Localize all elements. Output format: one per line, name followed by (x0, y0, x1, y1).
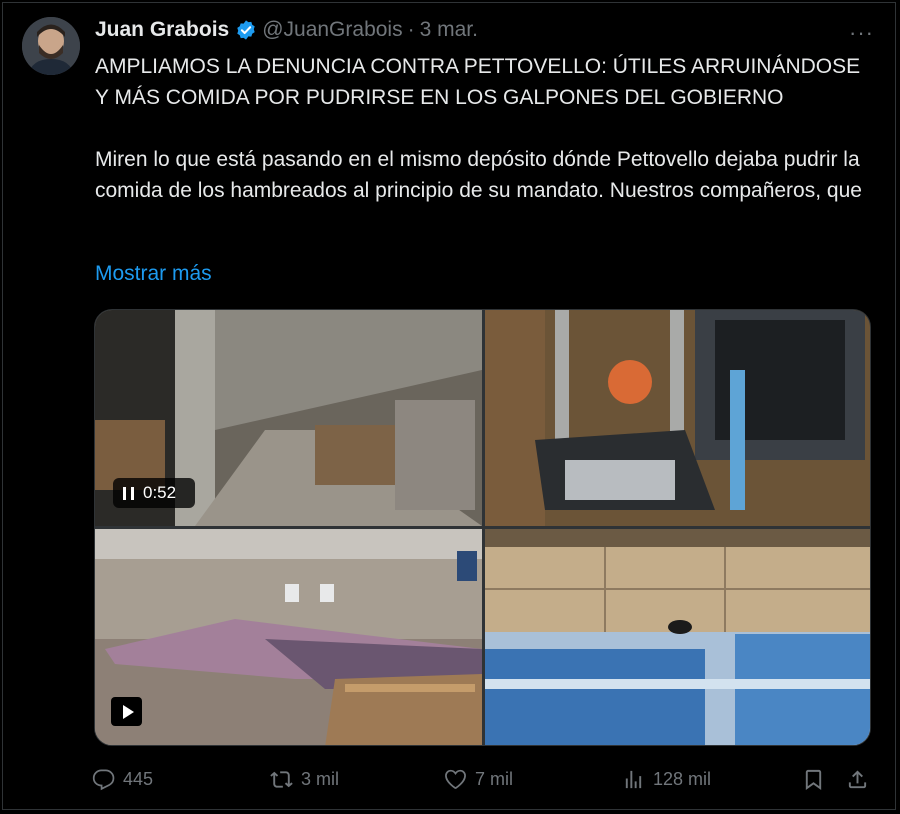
views-icon (625, 770, 642, 788)
repost-icon (270, 770, 293, 788)
like-icon (445, 769, 466, 789)
views-count: 128 mil (653, 768, 712, 789)
tweet-header: Juan Grabois @JuanGrabois · 3 mar. (95, 18, 478, 42)
tweet-headline: AMPLIAMOS LA DENUNCIA CONTRA PETTOVELLO:… (95, 55, 861, 109)
tweet-body: Miren lo que está pasando en el mismo de… (95, 148, 862, 202)
reply-icon (92, 769, 115, 790)
media-photo-food-boxes[interactable] (485, 529, 870, 745)
show-more-link[interactable]: Mostrar más (95, 262, 212, 286)
play-icon[interactable] (111, 697, 142, 726)
tweet-date[interactable]: 3 mar. (420, 18, 478, 42)
verified-badge-icon (235, 19, 257, 41)
share-icon (848, 769, 867, 788)
author-handle[interactable]: @JuanGrabois (262, 18, 402, 42)
reply-count: 445 (123, 768, 154, 789)
reply-button[interactable]: 445 (92, 764, 153, 794)
separator-dot: · (407, 18, 415, 41)
views-button[interactable]: 128 mil (622, 764, 711, 794)
media-video-warehouse-floor[interactable] (95, 529, 482, 745)
more-icon[interactable]: ··· (849, 20, 874, 46)
bookmark-button[interactable] (802, 764, 833, 794)
pause-icon[interactable] (123, 486, 134, 500)
video-duration-badge[interactable]: 0:52 (113, 478, 195, 508)
play-triangle (122, 704, 134, 719)
media-grid (94, 309, 871, 746)
repost-button[interactable]: 3 mil (270, 764, 339, 794)
repost-count: 3 mil (301, 768, 340, 789)
author-name[interactable]: Juan Grabois (95, 18, 229, 42)
avatar[interactable] (22, 17, 80, 75)
action-bar: 445 3 mil 7 mil 128 mil (92, 764, 882, 794)
bookmark-icon (805, 769, 822, 790)
tweet-text: AMPLIAMOS LA DENUNCIA CONTRA PETTOVELLO:… (95, 51, 875, 206)
video-duration: 0:52 (143, 483, 177, 502)
media-photo-broken-cart[interactable] (485, 310, 870, 526)
like-count: 7 mil (475, 768, 514, 789)
like-button[interactable]: 7 mil (444, 764, 513, 794)
share-button[interactable] (846, 764, 877, 794)
